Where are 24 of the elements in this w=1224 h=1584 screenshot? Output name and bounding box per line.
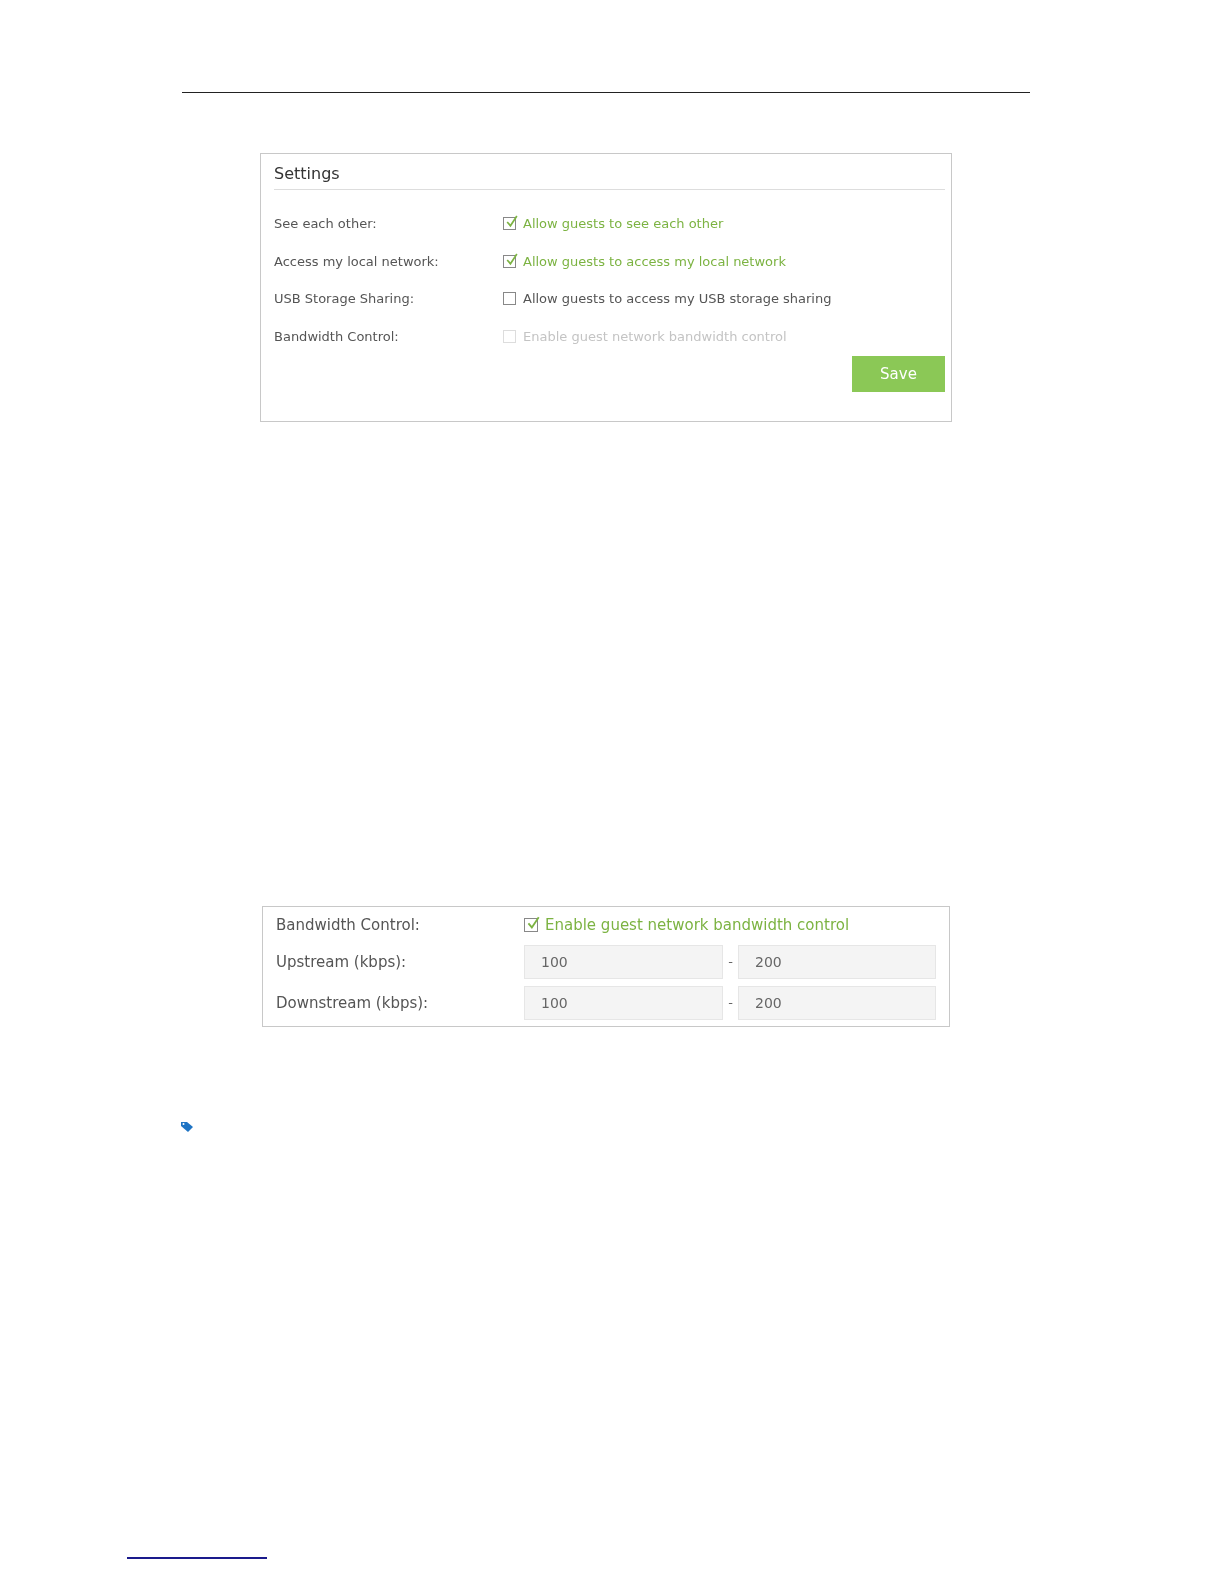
checkbox-label: Enable guest network bandwidth control — [523, 328, 787, 344]
checkbox[interactable] — [524, 918, 538, 932]
field-label: Downstream (kbps): — [276, 993, 430, 1012]
tag-icon — [180, 1121, 194, 1133]
checkbox-label: Enable guest network bandwidth control — [545, 916, 850, 934]
checkbox[interactable] — [503, 292, 516, 306]
input-field[interactable]: 200 — [738, 985, 936, 1020]
field-label: Upstream (kbps): — [276, 952, 408, 971]
range-separator: - — [727, 995, 734, 1010]
checkbox[interactable] — [503, 254, 516, 268]
range-separator: - — [727, 954, 734, 969]
input-field[interactable]: 200 — [738, 944, 936, 979]
input-field[interactable]: 100 — [524, 944, 723, 979]
field-label: Bandwidth Control: — [276, 916, 421, 934]
input-field[interactable]: 100 — [524, 985, 723, 1020]
checkbox[interactable] — [503, 217, 516, 231]
panel-title: Settings — [274, 154, 945, 190]
field-label: USB Storage Sharing: — [274, 291, 416, 307]
checkbox-label: Allow guests to access my local network — [523, 253, 786, 269]
field-label: Access my local network: — [274, 253, 440, 269]
field-label: See each other: — [274, 216, 378, 232]
checkbox-label: Allow guests to see each other — [523, 216, 724, 232]
checkbox-label: Allow guests to access my USB storage sharing — [523, 291, 832, 307]
field-label: Bandwidth Control: — [274, 328, 400, 344]
